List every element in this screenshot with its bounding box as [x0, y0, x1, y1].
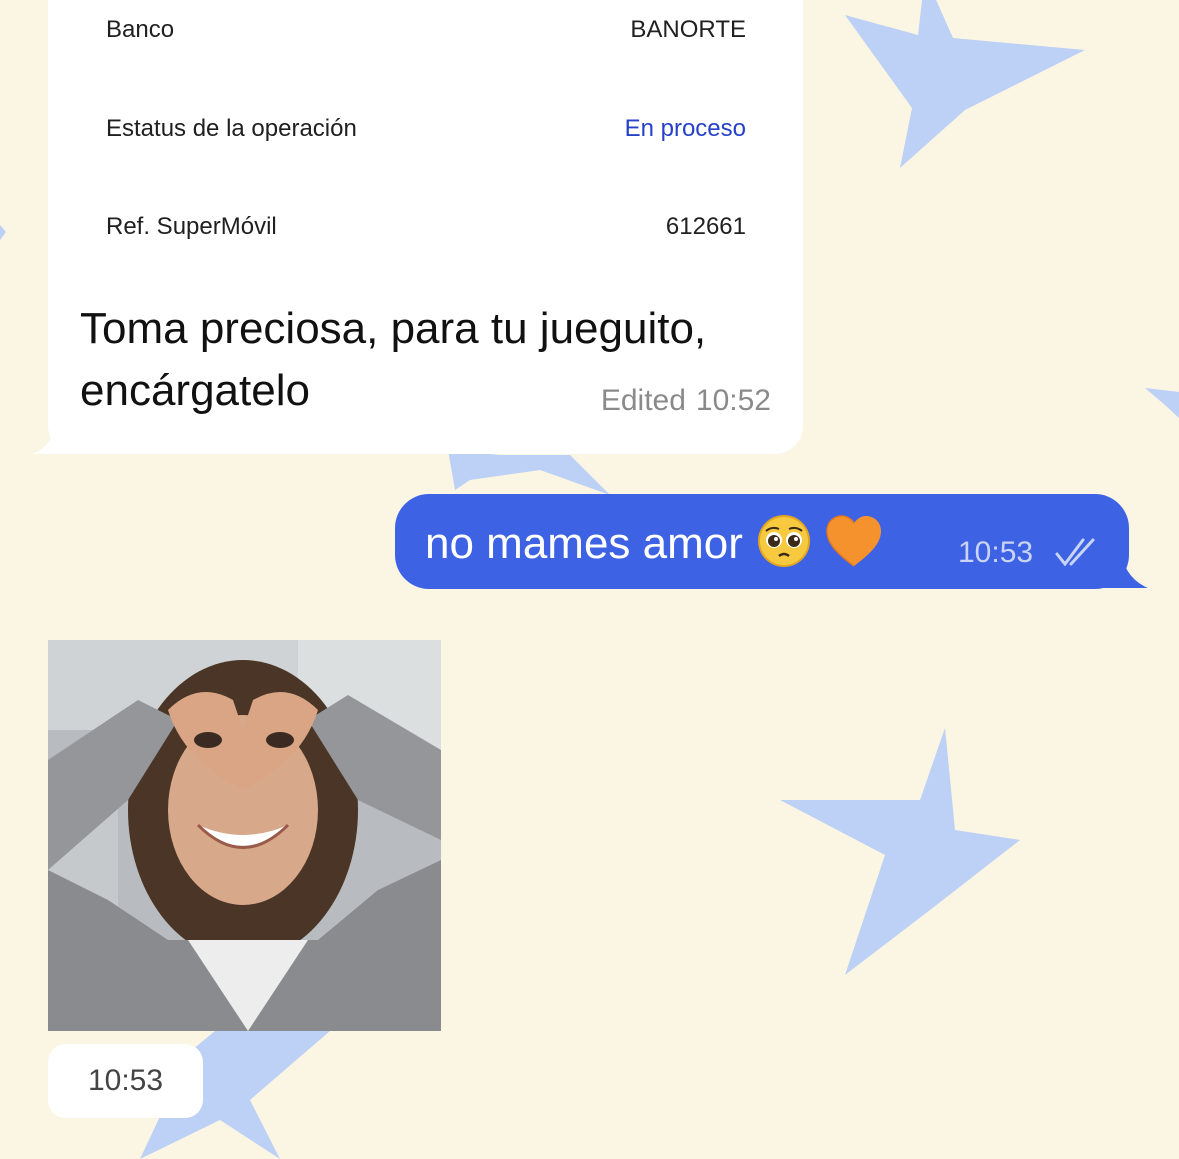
receipt-label: Ref. SuperMóvil	[106, 213, 277, 240]
pleading-face-icon	[757, 515, 810, 567]
double-check-icon	[1055, 538, 1095, 566]
receipt-status-value: En proceso	[624, 115, 746, 142]
outgoing-message-content: no mames amor	[425, 514, 883, 569]
star-left-edge	[0, 225, 6, 240]
outgoing-message-time: 10:53	[958, 536, 1034, 569]
message-time: 10:52	[695, 384, 771, 417]
star-behind-bubble	[448, 450, 610, 495]
receipt-value: BANORTE	[630, 16, 746, 43]
photo-time-badge: 10:53	[48, 1044, 203, 1118]
star-center	[780, 728, 1020, 975]
incoming-message-meta: Edited 10:52	[591, 384, 771, 418]
photo-image	[48, 640, 441, 1031]
photo-message[interactable]	[48, 640, 441, 1031]
star-top-right	[845, 0, 1085, 168]
edited-label: Edited	[600, 384, 686, 417]
star-mid-right	[1145, 388, 1179, 418]
receipt-value: 612661	[665, 213, 746, 240]
photo-message-time: 10:53	[87, 1064, 164, 1097]
incoming-message-bubble[interactable]: Banco BANORTE Estatus de la operación En…	[48, 0, 803, 454]
outgoing-message-bubble[interactable]: no mames amor 10:53	[395, 494, 1129, 589]
outgoing-message-text: no mames amor	[425, 519, 743, 568]
receipt-label: Banco	[106, 16, 175, 43]
orange-heart-icon	[826, 515, 881, 567]
receipt-label: Estatus de la operación	[106, 115, 357, 142]
